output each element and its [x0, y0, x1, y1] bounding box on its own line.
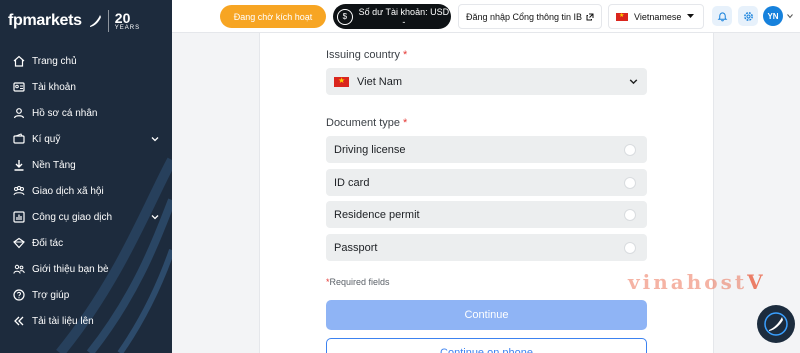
- vietnam-flag-icon: [616, 12, 628, 21]
- chevron-down-icon: [629, 79, 638, 85]
- sidebar-item-social-trading[interactable]: Giao dịch xã hội: [0, 178, 172, 204]
- sidebar-item-label: Trợ giúp: [32, 289, 70, 301]
- ib-portal-login-label: Đăng nhập Cổng thông tin IB: [465, 11, 583, 22]
- sidebar-item-label: Trang chủ: [32, 55, 77, 67]
- issuing-country-label: Issuing country *: [326, 49, 407, 61]
- profile-icon: [12, 106, 26, 120]
- anniversary-badge: 20 YEARS: [115, 11, 140, 31]
- watermark-text: vinahost: [628, 270, 748, 294]
- watermark-suffix: V: [747, 270, 766, 294]
- document-upload-form: Issuing country * Viet Nam Document type…: [259, 33, 714, 353]
- sidebar-item-label: Giới thiệu bạn bè: [32, 263, 109, 275]
- sidebar-item-label: Công cụ giao dịch: [32, 211, 113, 223]
- option-label: Residence permit: [334, 208, 420, 221]
- sidebar-item-deposit[interactable]: Kí quỹ: [0, 126, 172, 152]
- user-avatar[interactable]: YN: [763, 6, 783, 26]
- sidebar-item-help[interactable]: Trợ giúp: [0, 282, 172, 308]
- required-marker: *: [403, 49, 408, 61]
- help-icon: [12, 288, 26, 302]
- sidebar-item-label: Hồ sơ cá nhân: [32, 107, 98, 119]
- sidebar-item-trading-tools[interactable]: Công cụ giao dịch: [0, 204, 172, 230]
- document-option-residence-permit[interactable]: Residence permit: [326, 201, 647, 228]
- bell-icon: [717, 11, 727, 21]
- language-label: Vietnamese: [634, 11, 682, 22]
- sidebar-item-label: Tài khoản: [32, 81, 76, 93]
- wallet-icon: [12, 132, 26, 146]
- fpmarkets-swoosh-icon: [764, 312, 788, 336]
- anniversary-number: 20: [114, 10, 131, 26]
- coin-icon: $: [337, 8, 353, 25]
- option-label: Passport: [334, 241, 378, 254]
- sidebar-item-profile[interactable]: Hồ sơ cá nhân: [0, 100, 172, 126]
- chevron-down-icon[interactable]: [787, 13, 793, 19]
- chevron-down-icon[interactable]: [150, 212, 160, 222]
- option-label: ID card: [334, 176, 370, 189]
- issuing-country-label-text: Issuing country: [326, 49, 400, 61]
- support-chat-button[interactable]: [757, 305, 795, 343]
- notifications-button[interactable]: [712, 6, 732, 26]
- option-label: Driving license: [334, 143, 406, 156]
- sidebar-item-label: Đối tác: [32, 237, 64, 249]
- issuing-country-select[interactable]: Viet Nam: [326, 68, 647, 95]
- gear-icon: [743, 11, 753, 21]
- radio-button[interactable]: [624, 177, 636, 189]
- sidebar-item-refer-friends[interactable]: Giới thiệu bạn bè: [0, 256, 172, 282]
- document-type-label-text: Document type: [326, 117, 400, 129]
- account-balance-button[interactable]: $ Số dư Tài khoản: USD -: [333, 4, 451, 29]
- sidebar-item-partners[interactable]: Đối tác: [0, 230, 172, 256]
- sidebar-item-upload-documents[interactable]: Tải tài liệu lên: [0, 308, 172, 334]
- sidebar-item-home[interactable]: Trang chủ: [0, 48, 172, 74]
- sidebar-item-label: Kí quỹ: [32, 133, 61, 145]
- caret-down-icon: [687, 14, 695, 18]
- anniversary-label: YEARS: [114, 25, 141, 31]
- sidebar: fpmarkets 20 YEARS Trang chủ Tài khoản H…: [0, 0, 172, 353]
- brand-swoosh-icon: [89, 15, 101, 27]
- language-selector[interactable]: Vietnamese: [608, 4, 704, 29]
- sidebar-item-label: Giao dịch xã hội: [32, 185, 104, 197]
- refer-friends-icon: [12, 262, 26, 276]
- chevron-down-icon[interactable]: [150, 134, 160, 144]
- continue-on-phone-button[interactable]: Continue on phone: [326, 338, 647, 353]
- collapse-icon[interactable]: [12, 314, 26, 328]
- brand[interactable]: fpmarkets 20 YEARS: [8, 8, 140, 34]
- document-option-passport[interactable]: Passport: [326, 234, 647, 261]
- home-icon: [12, 54, 26, 68]
- sidebar-item-label: Nền Tảng: [32, 159, 76, 171]
- tools-icon: [12, 210, 26, 224]
- required-note-text: Required fields: [329, 277, 390, 287]
- partner-icon: [12, 236, 26, 250]
- external-link-icon: [586, 13, 594, 20]
- sidebar-item-accounts[interactable]: Tài khoản: [0, 74, 172, 100]
- brand-divider: [107, 10, 109, 32]
- vinahost-watermark: vinahostV: [628, 270, 766, 294]
- document-option-id-card[interactable]: ID card: [326, 169, 647, 196]
- social-trading-icon: [12, 184, 26, 198]
- issuing-country-value: Viet Nam: [357, 75, 403, 88]
- required-fields-note: *Required fields: [326, 277, 390, 287]
- account-balance-label: Số dư Tài khoản: USD -: [358, 6, 450, 27]
- radio-button[interactable]: [624, 209, 636, 221]
- pending-activation-button[interactable]: Đang chờ kích hoạt: [220, 5, 326, 28]
- settings-button[interactable]: [738, 6, 758, 26]
- brand-logo: fpmarkets: [8, 12, 82, 29]
- download-icon: [12, 158, 26, 172]
- sidebar-item-platforms[interactable]: Nền Tảng: [0, 152, 172, 178]
- continue-button[interactable]: Continue: [326, 300, 647, 330]
- sidebar-item-label: Tải tài liệu lên: [32, 315, 94, 327]
- vietnam-flag-icon: [334, 76, 349, 87]
- document-type-label: Document type *: [326, 117, 407, 129]
- ib-portal-login-button[interactable]: Đăng nhập Cổng thông tin IB: [458, 4, 602, 29]
- accounts-icon: [12, 80, 26, 94]
- radio-button[interactable]: [624, 144, 636, 156]
- required-marker: *: [403, 117, 408, 129]
- sidebar-nav: Trang chủ Tài khoản Hồ sơ cá nhân Kí quỹ…: [0, 48, 172, 334]
- document-option-driving-license[interactable]: Driving license: [326, 136, 647, 163]
- radio-button[interactable]: [624, 242, 636, 254]
- top-bar: Đang chờ kích hoạt $ Số dư Tài khoản: US…: [172, 0, 800, 33]
